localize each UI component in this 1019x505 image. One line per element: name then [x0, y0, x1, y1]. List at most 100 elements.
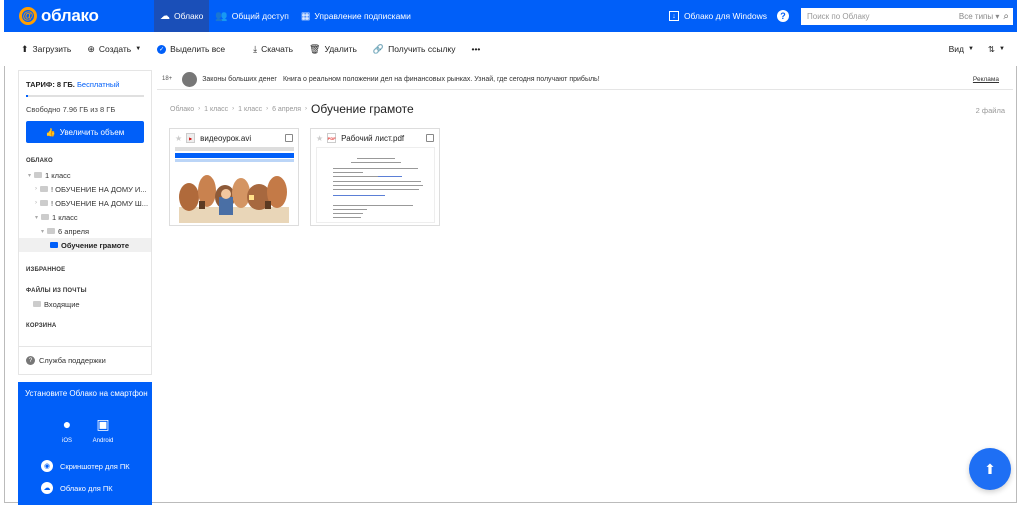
- create-label: Создать: [98, 44, 132, 54]
- trash-icon: 🗑: [309, 43, 321, 54]
- top-navigation-bar: @ облако ☁ Облако 👥 Общий доступ ▦ Управ…: [4, 0, 1017, 32]
- file-card-pdf[interactable]: ★ PDF Рабочий лист.pdf: [310, 128, 440, 226]
- ios-app-link[interactable]: ● iOS: [49, 416, 85, 444]
- download-icon: ⤓: [253, 43, 258, 54]
- download-label: Скачать: [261, 44, 294, 54]
- section-mail-files-title[interactable]: ФАЙЛЫ ИЗ ПОЧТЫ: [19, 273, 151, 294]
- support-label: Служба поддержки: [39, 356, 106, 365]
- breadcrumb-item[interactable]: 1 класс: [238, 106, 262, 113]
- upgrade-storage-button[interactable]: 👍 Увеличить объем: [26, 121, 144, 143]
- support-link[interactable]: ? Служба поддержки: [19, 346, 151, 374]
- tree-item-1-class[interactable]: ▾ 1 класс: [19, 168, 151, 182]
- cloud-pc-link[interactable]: ☁ Облако для ПК: [18, 482, 152, 494]
- folder-icon: [41, 214, 50, 220]
- search-icon[interactable]: ⌕: [1003, 11, 1009, 22]
- help-icon[interactable]: ?: [777, 10, 789, 22]
- upgrade-label: Увеличить объем: [59, 127, 125, 137]
- breadcrumb-item[interactable]: Облако: [170, 106, 194, 113]
- chevron-down-icon: ▼: [135, 46, 142, 52]
- expand-arrow-icon[interactable]: ›: [35, 200, 37, 206]
- tariff-type-link[interactable]: Бесплатный: [77, 80, 119, 89]
- select-all-button[interactable]: ✓ Выделить все: [157, 44, 225, 54]
- search-input[interactable]: [801, 11, 941, 21]
- logo-at-icon: @: [19, 7, 37, 25]
- upload-button[interactable]: ⬆ Загрузить: [21, 44, 71, 55]
- chevron-down-icon: ▼: [999, 46, 1005, 52]
- tree-item-literacy[interactable]: Обучение грамоте: [19, 238, 151, 252]
- star-icon[interactable]: ★: [316, 134, 323, 143]
- screenshoter-link[interactable]: ◉ Скриншотер для ПК: [18, 460, 152, 472]
- tree-item-home-learning-2[interactable]: › ! ОБУЧЕНИЕ НА ДОМУ Ш...: [19, 196, 151, 210]
- link-icon: 🔗: [372, 43, 385, 54]
- apple-icon: ●: [62, 416, 72, 432]
- file-checkbox[interactable]: [285, 134, 293, 142]
- folder-icon: [34, 172, 43, 178]
- delete-button[interactable]: 🗑 Удалить: [309, 44, 357, 55]
- sidebar: ТАРИФ: 8 ГБ. Бесплатный Свободно 7.96 ГБ…: [18, 70, 152, 375]
- folder-icon: [33, 301, 41, 307]
- ad-text: Книга о реальном положении дел на финанс…: [282, 75, 600, 83]
- folder-icon: [50, 242, 58, 248]
- chevron-down-icon: ▼: [967, 46, 974, 52]
- download-box-icon: ↓: [668, 11, 679, 21]
- file-name: Рабочий лист.pdf: [341, 133, 405, 143]
- file-name: видеоурок.avi: [200, 133, 252, 143]
- tab-shared-access[interactable]: 👥 Общий доступ: [209, 0, 295, 32]
- folder-icon: [40, 186, 48, 192]
- ad-banner[interactable]: 18+ Законы больших денег Книга о реально…: [157, 69, 1013, 90]
- sort-button[interactable]: ⇅ ▼: [988, 44, 1005, 55]
- cloud-icon: ☁: [160, 10, 170, 22]
- star-icon[interactable]: ★: [175, 134, 182, 143]
- breadcrumb-separator: ›: [305, 106, 308, 112]
- video-thumbnail: [175, 147, 294, 223]
- floating-upload-button[interactable]: ⬆: [969, 448, 1011, 490]
- tab-subscriptions[interactable]: ▦ Управление подписками: [295, 0, 417, 32]
- get-link-button[interactable]: 🔗 Получить ссылку: [373, 44, 456, 55]
- more-button[interactable]: •••: [471, 44, 480, 54]
- android-app-link[interactable]: ▣ Android: [85, 416, 121, 444]
- collapse-arrow-icon[interactable]: ▾: [35, 214, 38, 221]
- breadcrumb-separator: ›: [266, 106, 269, 112]
- collapse-arrow-icon[interactable]: ▾: [28, 172, 31, 179]
- tree-item-april-6[interactable]: ▾ 6 апреля: [19, 224, 151, 238]
- view-button[interactable]: Вид ▼: [949, 44, 974, 54]
- file-checkbox[interactable]: [426, 134, 434, 142]
- page-title: Обучение грамоте: [311, 102, 414, 116]
- view-label: Вид: [948, 44, 964, 54]
- section-cloud-title[interactable]: ОБЛАКО: [19, 143, 151, 164]
- logo-text: облако: [41, 6, 99, 25]
- collapse-arrow-icon[interactable]: ▾: [41, 228, 44, 235]
- tree-item-inbox[interactable]: Входящие: [19, 297, 151, 311]
- plus-circle-icon: ⊕: [87, 43, 95, 54]
- breadcrumb-item[interactable]: 1 класс: [204, 106, 228, 113]
- thumbs-up-icon: 👍: [45, 127, 56, 137]
- create-button[interactable]: ⊕ Создать ▼: [87, 44, 141, 55]
- folder-icon: [47, 228, 56, 234]
- toolbar: ⬆ Загрузить ⊕ Создать ▼ ✓ Выделить все ⤓…: [4, 32, 1017, 66]
- get-link-label: Получить ссылку: [388, 44, 456, 54]
- search-type-filter[interactable]: Все типы ▾: [959, 12, 999, 21]
- download-button[interactable]: ⤓ Скачать: [253, 44, 293, 55]
- breadcrumb-item[interactable]: 6 апреля: [272, 106, 301, 113]
- tab-cloud[interactable]: ☁ Облако: [154, 0, 210, 32]
- tree-item-1-class-sub[interactable]: ▾ 1 класс: [19, 210, 151, 224]
- free-space-text: Свободно 7.96 ГБ из 8 ГБ: [26, 105, 116, 114]
- folder-icon: [40, 200, 48, 206]
- cloud-upload-icon: ⬆: [984, 460, 996, 477]
- search-box: Все типы ▾ ⌕: [801, 7, 1013, 25]
- file-card-video[interactable]: ★ ▶ видеоурок.avi: [169, 128, 299, 226]
- video-file-icon: ▶: [186, 133, 196, 143]
- files-count: 2 файла: [975, 106, 1005, 115]
- section-favorites-title[interactable]: ИЗБРАННОЕ: [19, 252, 151, 273]
- os-links: ● iOS ▣ Android: [18, 416, 152, 444]
- ad-label-link[interactable]: Реклама: [973, 76, 999, 83]
- mobile-app-promo: Установите Облако на смартфон ● iOS ▣ An…: [18, 382, 152, 505]
- expand-arrow-icon[interactable]: ›: [35, 186, 37, 192]
- section-trash-title[interactable]: КОРЗИНА: [19, 311, 151, 329]
- cartoon-houses-image: [179, 175, 289, 223]
- tab-subscriptions-label: Управление подписками: [314, 11, 411, 21]
- tree-item-home-learning-1[interactable]: › ! ОБУЧЕНИЕ НА ДОМУ И...: [19, 182, 151, 196]
- windows-app-link[interactable]: ↓ Облако для Windows: [668, 11, 767, 21]
- logo[interactable]: @ облако: [19, 6, 154, 26]
- subscriptions-icon: ▦: [300, 10, 311, 22]
